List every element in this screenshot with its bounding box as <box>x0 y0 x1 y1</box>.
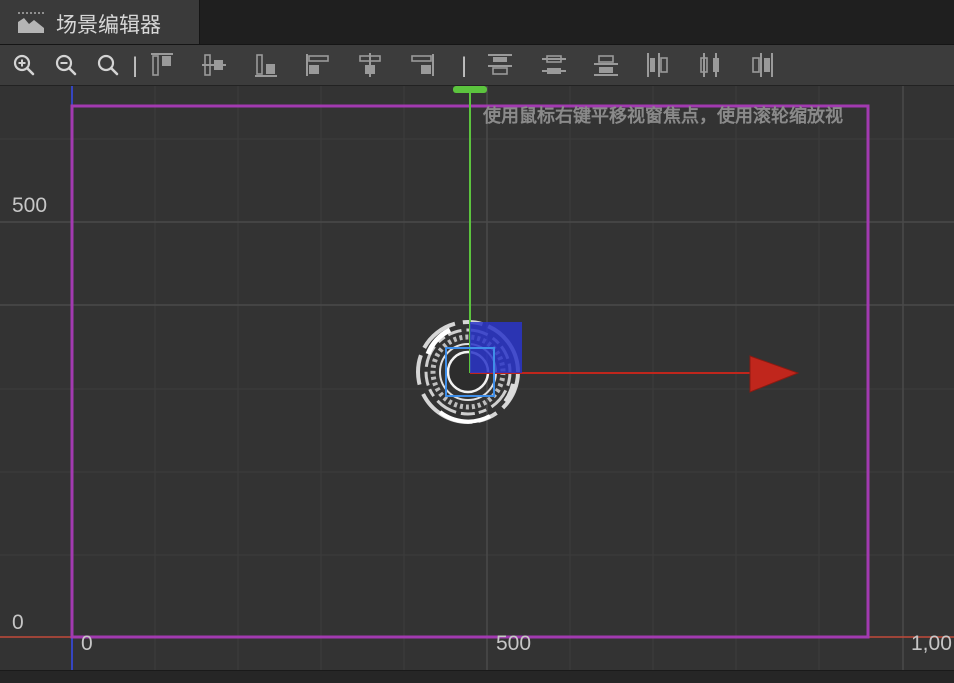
scene-editor-tab[interactable]: 场景编辑器 <box>0 0 200 44</box>
panel-tab-bar: 场景编辑器 <box>0 0 954 45</box>
align-top-icon <box>151 53 173 76</box>
zoom-reset-icon <box>97 54 119 76</box>
y-ruler-label-0: 0 <box>12 611 24 634</box>
scene-editor-icon <box>18 12 44 33</box>
x-ruler-label-500: 500 <box>496 632 532 655</box>
toolbar-separator: | <box>458 53 471 77</box>
align-horizontal-center-button[interactable] <box>356 51 384 79</box>
distribute-top-button[interactable] <box>486 51 514 79</box>
toolbar-separator: | <box>129 53 142 77</box>
xy-plane-handle[interactable] <box>470 322 522 373</box>
distribute-horizontal-center-icon <box>700 53 719 77</box>
zoom-in-icon <box>13 54 35 76</box>
distribute-horizontal-center-button[interactable] <box>696 51 724 79</box>
align-bottom-icon <box>255 54 277 77</box>
y-ruler-label-500: 500 <box>12 194 48 217</box>
align-left-button[interactable] <box>304 51 332 79</box>
align-right-icon <box>411 54 434 76</box>
distribute-right-icon <box>752 53 773 77</box>
align-bottom-button[interactable] <box>252 51 280 79</box>
zoom-out-icon <box>55 54 77 76</box>
distribute-vertical-center-button[interactable] <box>540 51 568 79</box>
x-ruler-label-0: 0 <box>81 632 93 655</box>
status-bar <box>0 670 954 683</box>
y-axis-handle[interactable] <box>453 86 487 96</box>
distribute-right-button[interactable] <box>748 51 776 79</box>
distribute-left-button[interactable] <box>644 51 672 79</box>
tab-title: 场景编辑器 <box>56 13 161 37</box>
viewport-hint: 使用鼠标右键平移视窗焦点，使用滚轮缩放视 <box>483 106 843 127</box>
distribute-bottom-button[interactable] <box>592 51 620 79</box>
scene-toolbar: | | <box>0 45 954 86</box>
align-top-button[interactable] <box>148 51 176 79</box>
distribute-left-icon <box>647 53 668 77</box>
distribute-bottom-icon <box>594 55 618 76</box>
zoom-out-button[interactable] <box>52 51 80 79</box>
distribute-vertical-center-icon <box>542 55 566 74</box>
align-horizontal-center-icon <box>359 53 381 77</box>
scene-viewport[interactable]: 使用鼠标右键平移视窗焦点，使用滚轮缩放视 500 0 0 500 1,00 <box>0 86 954 670</box>
align-vertical-center-icon <box>202 54 226 76</box>
align-vertical-center-button[interactable] <box>200 51 228 79</box>
x-axis-handle[interactable] <box>750 356 798 392</box>
zoom-in-button[interactable] <box>10 51 38 79</box>
distribute-top-icon <box>488 54 512 75</box>
zoom-reset-button[interactable] <box>94 51 122 79</box>
x-ruler-label-1000: 1,00 <box>911 632 952 655</box>
align-left-icon <box>306 54 329 76</box>
align-right-button[interactable] <box>408 51 436 79</box>
